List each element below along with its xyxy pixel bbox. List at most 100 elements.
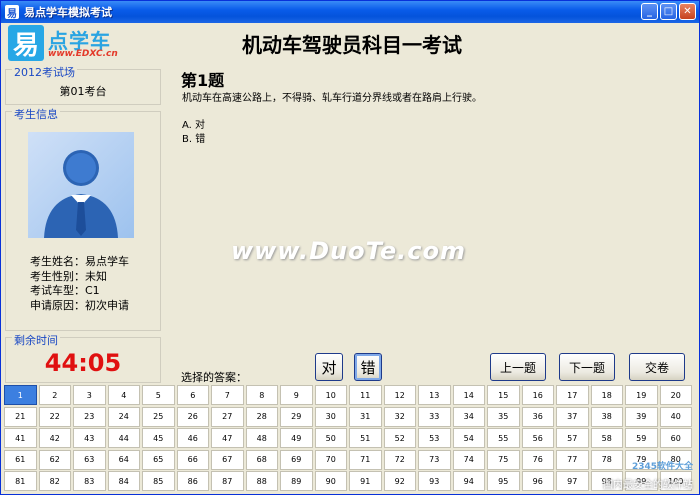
- question-cell-92[interactable]: 92: [383, 471, 416, 491]
- maximize-icon[interactable]: □: [660, 3, 677, 20]
- minimize-icon[interactable]: _: [641, 3, 658, 20]
- question-cell-91[interactable]: 91: [349, 471, 382, 491]
- question-cell-52[interactable]: 52: [383, 428, 416, 448]
- question-cell-25[interactable]: 25: [142, 406, 175, 427]
- title-bar[interactable]: 易 易点学车模拟考试 _ □ ✕: [1, 1, 699, 23]
- next-question-button[interactable]: 下一题: [559, 353, 615, 381]
- question-cell-70[interactable]: 70: [314, 449, 347, 470]
- question-cell-87[interactable]: 87: [211, 471, 244, 491]
- question-cell-43[interactable]: 43: [73, 428, 106, 448]
- question-cell-35[interactable]: 35: [487, 406, 520, 427]
- question-cell-88[interactable]: 88: [245, 471, 278, 491]
- question-cell-61[interactable]: 61: [4, 449, 37, 470]
- question-cell-93[interactable]: 93: [418, 471, 451, 491]
- question-cell-41[interactable]: 41: [4, 428, 37, 448]
- question-cell-64[interactable]: 64: [107, 449, 140, 470]
- question-cell-56[interactable]: 56: [521, 428, 554, 448]
- prev-question-button[interactable]: 上一题: [490, 353, 546, 381]
- question-cell-8[interactable]: 8: [245, 385, 278, 405]
- question-cell-69[interactable]: 69: [280, 449, 313, 470]
- answer-true-button[interactable]: 对: [315, 353, 343, 381]
- question-cell-6[interactable]: 6: [176, 385, 209, 405]
- question-cell-78[interactable]: 78: [590, 449, 623, 470]
- question-cell-50[interactable]: 50: [314, 428, 347, 448]
- question-cell-2[interactable]: 2: [38, 385, 71, 405]
- question-cell-86[interactable]: 86: [176, 471, 209, 491]
- question-cell-65[interactable]: 65: [142, 449, 175, 470]
- question-cell-62[interactable]: 62: [38, 449, 71, 470]
- question-cell-45[interactable]: 45: [142, 428, 175, 448]
- question-cell-71[interactable]: 71: [349, 449, 382, 470]
- question-cell-42[interactable]: 42: [38, 428, 71, 448]
- question-cell-32[interactable]: 32: [383, 406, 416, 427]
- question-cell-14[interactable]: 14: [452, 385, 485, 405]
- question-cell-31[interactable]: 31: [349, 406, 382, 427]
- question-cell-77[interactable]: 77: [556, 449, 589, 470]
- question-cell-29[interactable]: 29: [280, 406, 313, 427]
- question-cell-39[interactable]: 39: [625, 406, 658, 427]
- question-cell-55[interactable]: 55: [487, 428, 520, 448]
- question-cell-13[interactable]: 13: [418, 385, 451, 405]
- question-cell-4[interactable]: 4: [107, 385, 140, 405]
- question-cell-44[interactable]: 44: [107, 428, 140, 448]
- question-cell-97[interactable]: 97: [556, 471, 589, 491]
- question-cell-30[interactable]: 30: [314, 406, 347, 427]
- question-cell-27[interactable]: 27: [211, 406, 244, 427]
- question-cell-84[interactable]: 84: [107, 471, 140, 491]
- question-cell-67[interactable]: 67: [211, 449, 244, 470]
- question-cell-12[interactable]: 12: [383, 385, 416, 405]
- question-cell-85[interactable]: 85: [142, 471, 175, 491]
- question-cell-82[interactable]: 82: [38, 471, 71, 491]
- question-cell-90[interactable]: 90: [314, 471, 347, 491]
- question-cell-59[interactable]: 59: [625, 428, 658, 448]
- question-cell-60[interactable]: 60: [659, 428, 692, 448]
- question-cell-10[interactable]: 10: [314, 385, 347, 405]
- question-cell-49[interactable]: 49: [280, 428, 313, 448]
- question-cell-33[interactable]: 33: [418, 406, 451, 427]
- question-cell-11[interactable]: 11: [349, 385, 382, 405]
- question-cell-40[interactable]: 40: [659, 406, 692, 427]
- question-cell-53[interactable]: 53: [418, 428, 451, 448]
- question-cell-37[interactable]: 37: [556, 406, 589, 427]
- question-cell-1[interactable]: 1: [4, 385, 37, 405]
- answer-false-button[interactable]: 错: [354, 353, 382, 381]
- question-cell-18[interactable]: 18: [590, 385, 623, 405]
- question-cell-23[interactable]: 23: [73, 406, 106, 427]
- question-cell-66[interactable]: 66: [176, 449, 209, 470]
- question-cell-58[interactable]: 58: [590, 428, 623, 448]
- question-cell-73[interactable]: 73: [418, 449, 451, 470]
- question-cell-51[interactable]: 51: [349, 428, 382, 448]
- submit-exam-button[interactable]: 交卷: [629, 353, 685, 381]
- close-icon[interactable]: ✕: [679, 3, 696, 20]
- question-cell-75[interactable]: 75: [487, 449, 520, 470]
- question-cell-95[interactable]: 95: [487, 471, 520, 491]
- question-cell-20[interactable]: 20: [659, 385, 692, 405]
- question-cell-19[interactable]: 19: [625, 385, 658, 405]
- question-cell-28[interactable]: 28: [245, 406, 278, 427]
- question-cell-22[interactable]: 22: [38, 406, 71, 427]
- question-cell-94[interactable]: 94: [452, 471, 485, 491]
- question-cell-74[interactable]: 74: [452, 449, 485, 470]
- question-cell-17[interactable]: 17: [556, 385, 589, 405]
- question-cell-83[interactable]: 83: [73, 471, 106, 491]
- question-cell-24[interactable]: 24: [107, 406, 140, 427]
- question-cell-7[interactable]: 7: [211, 385, 244, 405]
- question-cell-72[interactable]: 72: [383, 449, 416, 470]
- question-cell-68[interactable]: 68: [245, 449, 278, 470]
- question-cell-16[interactable]: 16: [521, 385, 554, 405]
- question-cell-76[interactable]: 76: [521, 449, 554, 470]
- question-cell-96[interactable]: 96: [521, 471, 554, 491]
- question-cell-15[interactable]: 15: [487, 385, 520, 405]
- question-cell-46[interactable]: 46: [176, 428, 209, 448]
- question-cell-21[interactable]: 21: [4, 406, 37, 427]
- question-cell-36[interactable]: 36: [521, 406, 554, 427]
- question-cell-5[interactable]: 5: [142, 385, 175, 405]
- question-cell-38[interactable]: 38: [590, 406, 623, 427]
- question-cell-47[interactable]: 47: [211, 428, 244, 448]
- question-cell-54[interactable]: 54: [452, 428, 485, 448]
- question-cell-81[interactable]: 81: [4, 471, 37, 491]
- question-cell-57[interactable]: 57: [556, 428, 589, 448]
- question-cell-63[interactable]: 63: [73, 449, 106, 470]
- question-cell-34[interactable]: 34: [452, 406, 485, 427]
- question-cell-89[interactable]: 89: [280, 471, 313, 491]
